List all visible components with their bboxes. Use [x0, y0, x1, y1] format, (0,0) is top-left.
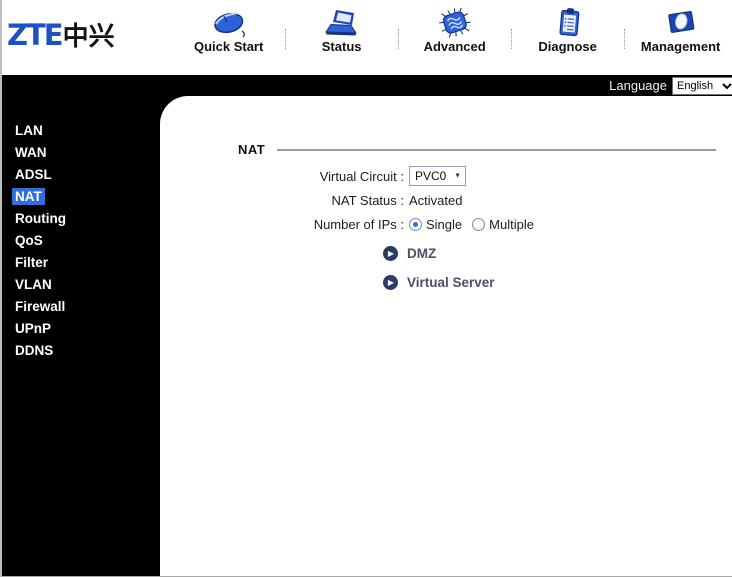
multiple-radio[interactable]: [472, 217, 486, 231]
page-body: LAN WAN ADSL NAT Routing QoS Filter VLAN…: [2, 96, 732, 576]
section-header: NAT: [238, 142, 716, 157]
nav-label: Quick Start: [193, 39, 264, 54]
sidebar-item-wan[interactable]: WAN: [2, 142, 160, 164]
nav-item-diagnose[interactable]: Diagnose: [512, 5, 624, 54]
dmz-link[interactable]: ▶ DMZ: [383, 246, 732, 261]
virtual-circuit-label: Virtual Circuit :: [319, 168, 404, 184]
sidebar-item-label: Firewall: [15, 299, 66, 314]
number-of-ips-label: Number of IPs :: [313, 216, 404, 232]
multiple-radio-label[interactable]: Multiple: [489, 217, 534, 232]
nat-links: ▶ DMZ ▶ Virtual Server: [383, 246, 732, 290]
page-title: NAT: [238, 142, 266, 157]
sidebar-item-lan[interactable]: LAN: [2, 120, 160, 142]
content-panel: NAT Virtual Circuit : PVC0 NAT St: [160, 96, 732, 576]
virtual-circuit-select-wrap: PVC0: [409, 166, 466, 186]
sidebar-item-label: UPnP: [15, 321, 52, 336]
virtual-circuit-select[interactable]: PVC0: [409, 166, 466, 186]
language-select[interactable]: English: [672, 76, 732, 95]
sidebar-item-label: Filter: [15, 255, 49, 270]
logo-text-cn: 中兴: [62, 21, 115, 51]
nav-label: Advanced: [423, 39, 486, 54]
sidebar-item-label: QoS: [15, 233, 43, 248]
sidebar-item-upnp[interactable]: UPnP: [2, 318, 160, 340]
main-nav: Quick Start Status Advanced Diagnose Man…: [173, 5, 732, 54]
virtual-server-link[interactable]: ▶ Virtual Server: [383, 275, 732, 290]
arrow-right-icon: ▶: [383, 275, 398, 290]
sidebar-item-filter[interactable]: Filter: [2, 252, 160, 274]
nat-status-value: Activated: [409, 192, 463, 208]
nav-label: Management: [640, 39, 721, 54]
language-bar: Language English: [2, 75, 732, 96]
single-radio-label[interactable]: Single: [426, 217, 462, 232]
arrow-right-icon: ▶: [383, 246, 398, 261]
logo-text-zte: ZTE: [7, 18, 64, 52]
sidebar-item-ddns[interactable]: DDNS: [2, 340, 160, 362]
sidebar-menu: LAN WAN ADSL NAT Routing QoS Filter VLAN…: [2, 96, 160, 576]
sidebar-item-label: VLAN: [15, 277, 52, 292]
nat-status-label: NAT Status :: [331, 192, 405, 208]
nav-item-quick-start[interactable]: Quick Start: [173, 5, 285, 54]
sidebar-item-label: ADSL: [15, 167, 52, 182]
sidebar-item-nat[interactable]: NAT: [2, 186, 160, 208]
nav-item-status[interactable]: Status: [286, 5, 398, 54]
single-radio[interactable]: [409, 217, 422, 231]
laptop-icon: [323, 5, 361, 38]
sidebar-item-routing[interactable]: Routing: [2, 208, 160, 230]
sidebar-item-qos[interactable]: QoS: [2, 230, 160, 252]
section-divider: [277, 148, 716, 151]
sidebar-item-label: WAN: [15, 145, 47, 160]
router-admin-page: ZTE中兴 Quick Start Status Advanced Diagno…: [0, 0, 732, 577]
sidebar-item-adsl[interactable]: ADSL: [2, 164, 160, 186]
sidebar-item-label: DDNS: [15, 343, 54, 358]
virtual-circuit-row: Virtual Circuit : PVC0: [160, 166, 732, 186]
nav-label: Status: [321, 39, 362, 54]
virtual-server-link-label: Virtual Server: [407, 275, 495, 290]
dmz-link-label: DMZ: [407, 246, 437, 261]
nat-status-row: NAT Status : Activated: [160, 190, 732, 210]
language-label: Language: [609, 78, 667, 93]
sidebar-item-label: Routing: [15, 211, 66, 226]
nav-item-advanced[interactable]: Advanced: [399, 5, 511, 54]
sidebar-item-vlan[interactable]: VLAN: [2, 274, 160, 296]
clipboard-icon: [549, 5, 587, 38]
nat-form: Virtual Circuit : PVC0 NAT Status : Acti…: [160, 166, 732, 234]
zte-logo: ZTE中兴: [7, 21, 115, 50]
mouse-icon: [209, 5, 249, 38]
number-of-ips-row: Number of IPs : Single Multiple: [160, 214, 732, 234]
nav-label: Diagnose: [538, 39, 597, 54]
nav-item-management[interactable]: Management: [625, 5, 732, 54]
chip-icon: [435, 5, 475, 38]
management-icon: [661, 5, 701, 38]
sidebar-item-label: LAN: [15, 123, 43, 138]
sidebar-item-label: NAT: [12, 188, 45, 205]
top-header: ZTE中兴 Quick Start Status Advanced Diagno…: [2, 0, 732, 75]
sidebar-item-firewall[interactable]: Firewall: [2, 296, 160, 318]
